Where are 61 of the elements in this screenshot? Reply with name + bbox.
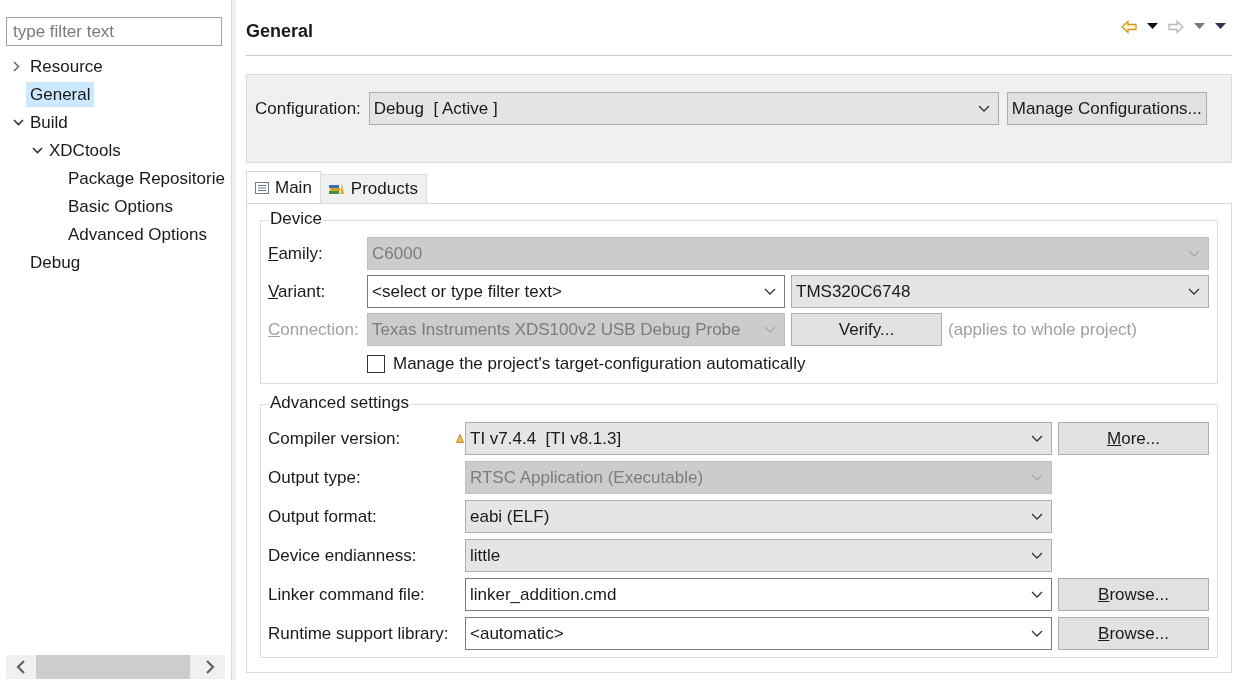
checkbox[interactable] <box>367 355 385 373</box>
list-icon <box>255 181 269 194</box>
tree-item[interactable]: Resource <box>26 53 107 79</box>
field-label: Runtime support library: <box>268 622 450 645</box>
field-label: Connection: <box>268 318 360 341</box>
chevron-down-icon <box>1031 435 1043 442</box>
warning-icon <box>455 434 464 443</box>
field-label: Variant: <box>268 280 327 303</box>
dropdown[interactable]: TMS320C6748 <box>791 275 1209 308</box>
tree-item[interactable]: General <box>26 81 95 107</box>
chevron-down-icon <box>1031 552 1043 559</box>
tab[interactable]: Products <box>319 174 427 203</box>
collapse-chevron-icon[interactable] <box>13 118 24 126</box>
tree-item[interactable]: Advanced Options <box>64 221 211 247</box>
view-menu-icon[interactable] <box>1215 23 1226 30</box>
dropdown[interactable]: <select or type filter text> <box>367 275 785 308</box>
dropdown[interactable]: TI v7.4.4 [TI v8.1.3] <box>465 422 1052 455</box>
chevron-down-icon <box>1188 288 1200 295</box>
chevron-down-icon <box>1188 250 1200 257</box>
hint-text: (applies to whole project) <box>948 318 1137 341</box>
scroll-left-icon[interactable] <box>16 660 26 674</box>
field-label: Output type: <box>268 466 362 489</box>
filter-field[interactable]: type filter text <box>6 17 222 46</box>
button[interactable]: Browse... <box>1058 617 1209 650</box>
dropdown[interactable]: eabi (ELF) <box>465 500 1052 533</box>
button[interactable]: Browse... <box>1058 578 1209 611</box>
configuration-label: Configuration: <box>255 97 361 120</box>
chevron-down-icon <box>977 105 990 112</box>
chevron-down-icon <box>1031 513 1043 520</box>
expand-chevron-icon[interactable] <box>13 60 20 72</box>
button[interactable]: More... <box>1058 422 1209 455</box>
tree-item[interactable]: Debug <box>26 249 85 275</box>
tree-item[interactable]: XDCtools <box>45 137 125 163</box>
chevron-down-icon <box>1031 591 1043 598</box>
chevron-down-icon <box>1031 630 1043 637</box>
tree-item[interactable]: Package Repositorie <box>64 165 229 191</box>
scrollbar-thumb[interactable] <box>36 655 190 679</box>
tree-item[interactable]: Build <box>26 109 72 135</box>
tree-item[interactable]: Basic Options <box>64 193 177 219</box>
collapse-chevron-icon[interactable] <box>32 146 43 154</box>
horizontal-scrollbar[interactable] <box>6 655 225 679</box>
dropdown[interactable]: Debug [ Active ] <box>368 92 999 125</box>
tab[interactable]: Main <box>246 171 321 203</box>
dropdown-arrow-icon[interactable] <box>1147 23 1158 30</box>
field-label: Family: <box>268 242 324 265</box>
field-label: Linker command file: <box>268 583 426 606</box>
books-icon <box>328 183 345 195</box>
dropdown[interactable]: <automatic> <box>465 617 1052 650</box>
field-label: Device endianness: <box>268 544 418 567</box>
chevron-down-icon <box>1031 474 1043 481</box>
page-title: General <box>246 20 314 43</box>
manage-configurations-button[interactable]: Manage Configurations... <box>1006 92 1207 125</box>
chevron-down-icon <box>764 288 776 295</box>
field-label: Output format: <box>268 505 378 528</box>
field-label: Compiler version: <box>268 427 402 450</box>
dropdown[interactable]: little <box>465 539 1052 572</box>
dropdown[interactable]: linker_addition.cmd <box>465 578 1052 611</box>
group-title: Advanced settings <box>269 393 410 413</box>
scroll-right-icon[interactable] <box>205 660 215 674</box>
checkbox-label: Manage the project's target-configuration automatically <box>393 353 806 376</box>
chevron-down-icon <box>764 326 776 333</box>
